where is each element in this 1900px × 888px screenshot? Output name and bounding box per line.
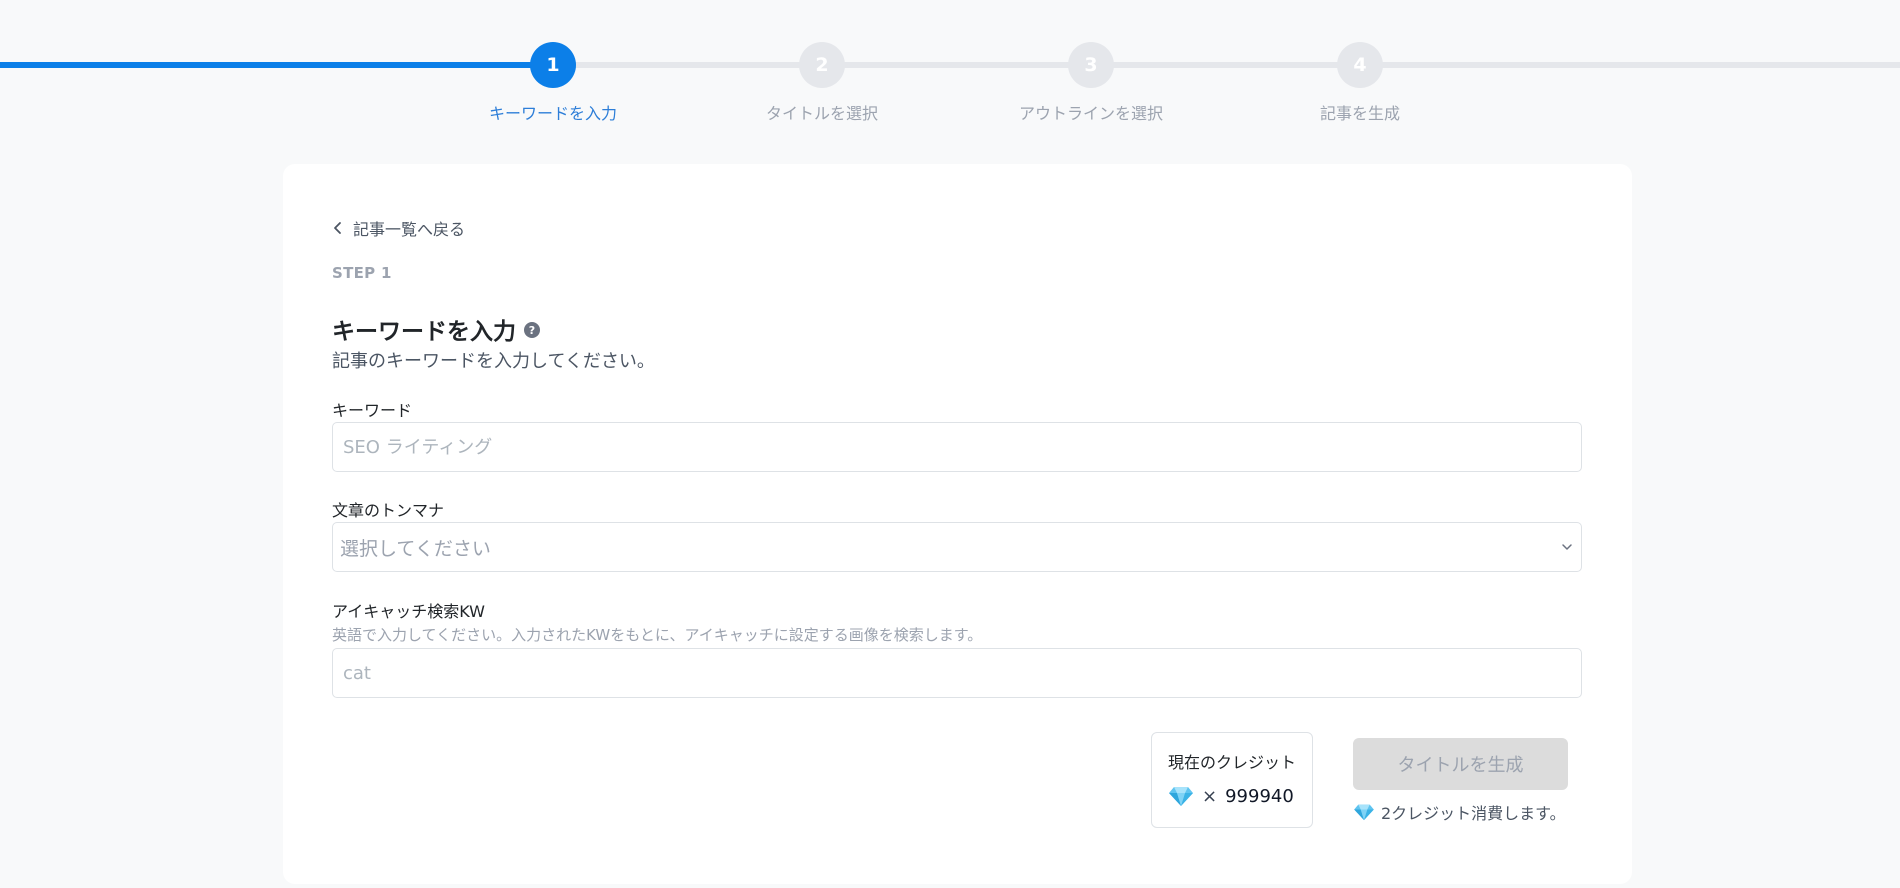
- step-1-label: キーワードを入力: [488, 104, 617, 123]
- tone-select[interactable]: 選択してください: [332, 522, 1582, 572]
- current-credits-panel: 現在のクレジット × 999940: [1151, 732, 1313, 828]
- gem-icon: [1169, 787, 1193, 806]
- step-4: 4 記事を生成: [1250, 42, 1470, 124]
- step-2-number: 2: [799, 42, 845, 88]
- page-heading: キーワードを入力 ?: [332, 312, 540, 346]
- step-3-number: 3: [1068, 42, 1114, 88]
- credits-title: 現在のクレジット: [1168, 753, 1297, 772]
- chevron-left-icon: [334, 222, 341, 234]
- eyecatch-label: アイキャッチ検索KW: [332, 602, 485, 621]
- tone-label: 文章のトンマナ: [332, 501, 445, 520]
- credit-cost-note: 2クレジット消費します。: [1353, 800, 1566, 824]
- keyword-input[interactable]: [332, 422, 1582, 472]
- step-3: 3 アウトラインを選択: [981, 42, 1201, 124]
- eyecatch-keyword-input[interactable]: [332, 648, 1582, 698]
- gem-icon: [1354, 804, 1374, 821]
- eyecatch-help-text: 英語で入力してください。入力されたKWをもとに、アイキャッチに設定する画像を検索…: [332, 626, 983, 644]
- chevron-down-icon: [1562, 544, 1572, 550]
- step-kicker: STEP 1: [332, 264, 392, 282]
- back-to-articles-link[interactable]: 記事一覧へ戻る: [333, 216, 465, 240]
- credits-row: × 999940: [1168, 785, 1312, 807]
- page-subtitle: 記事のキーワードを入力してください。: [332, 351, 655, 372]
- question-circle-icon[interactable]: ?: [524, 322, 540, 338]
- step-4-label: 記事を生成: [1319, 104, 1400, 123]
- back-link-label: 記事一覧へ戻る: [353, 220, 466, 239]
- page-title: キーワードを入力: [332, 319, 516, 345]
- credits-amount: 999940: [1225, 785, 1294, 807]
- credits-multiply-sign: ×: [1202, 785, 1218, 807]
- generate-title-button[interactable]: タイトルを生成: [1353, 738, 1568, 790]
- keyword-form-card: 記事一覧へ戻る STEP 1 キーワードを入力 ? 記事のキーワードを入力してく…: [283, 164, 1632, 884]
- credit-cost-text: 2クレジット消費します。: [1381, 804, 1566, 823]
- keyword-label: キーワード: [332, 401, 413, 420]
- progress-stepper: 1 キーワードを入力 2 タイトルを選択 3 アウトラインを選択 4 記事を生成: [0, 0, 1900, 130]
- step-1: 1 キーワードを入力: [443, 42, 663, 124]
- step-2: 2 タイトルを選択: [712, 42, 932, 124]
- step-1-number: 1: [530, 42, 576, 88]
- step-2-label: タイトルを選択: [765, 104, 878, 123]
- step-4-number: 4: [1337, 42, 1383, 88]
- tone-select-value: 選択してください: [340, 537, 491, 560]
- step-3-label: アウトラインを選択: [1018, 104, 1163, 123]
